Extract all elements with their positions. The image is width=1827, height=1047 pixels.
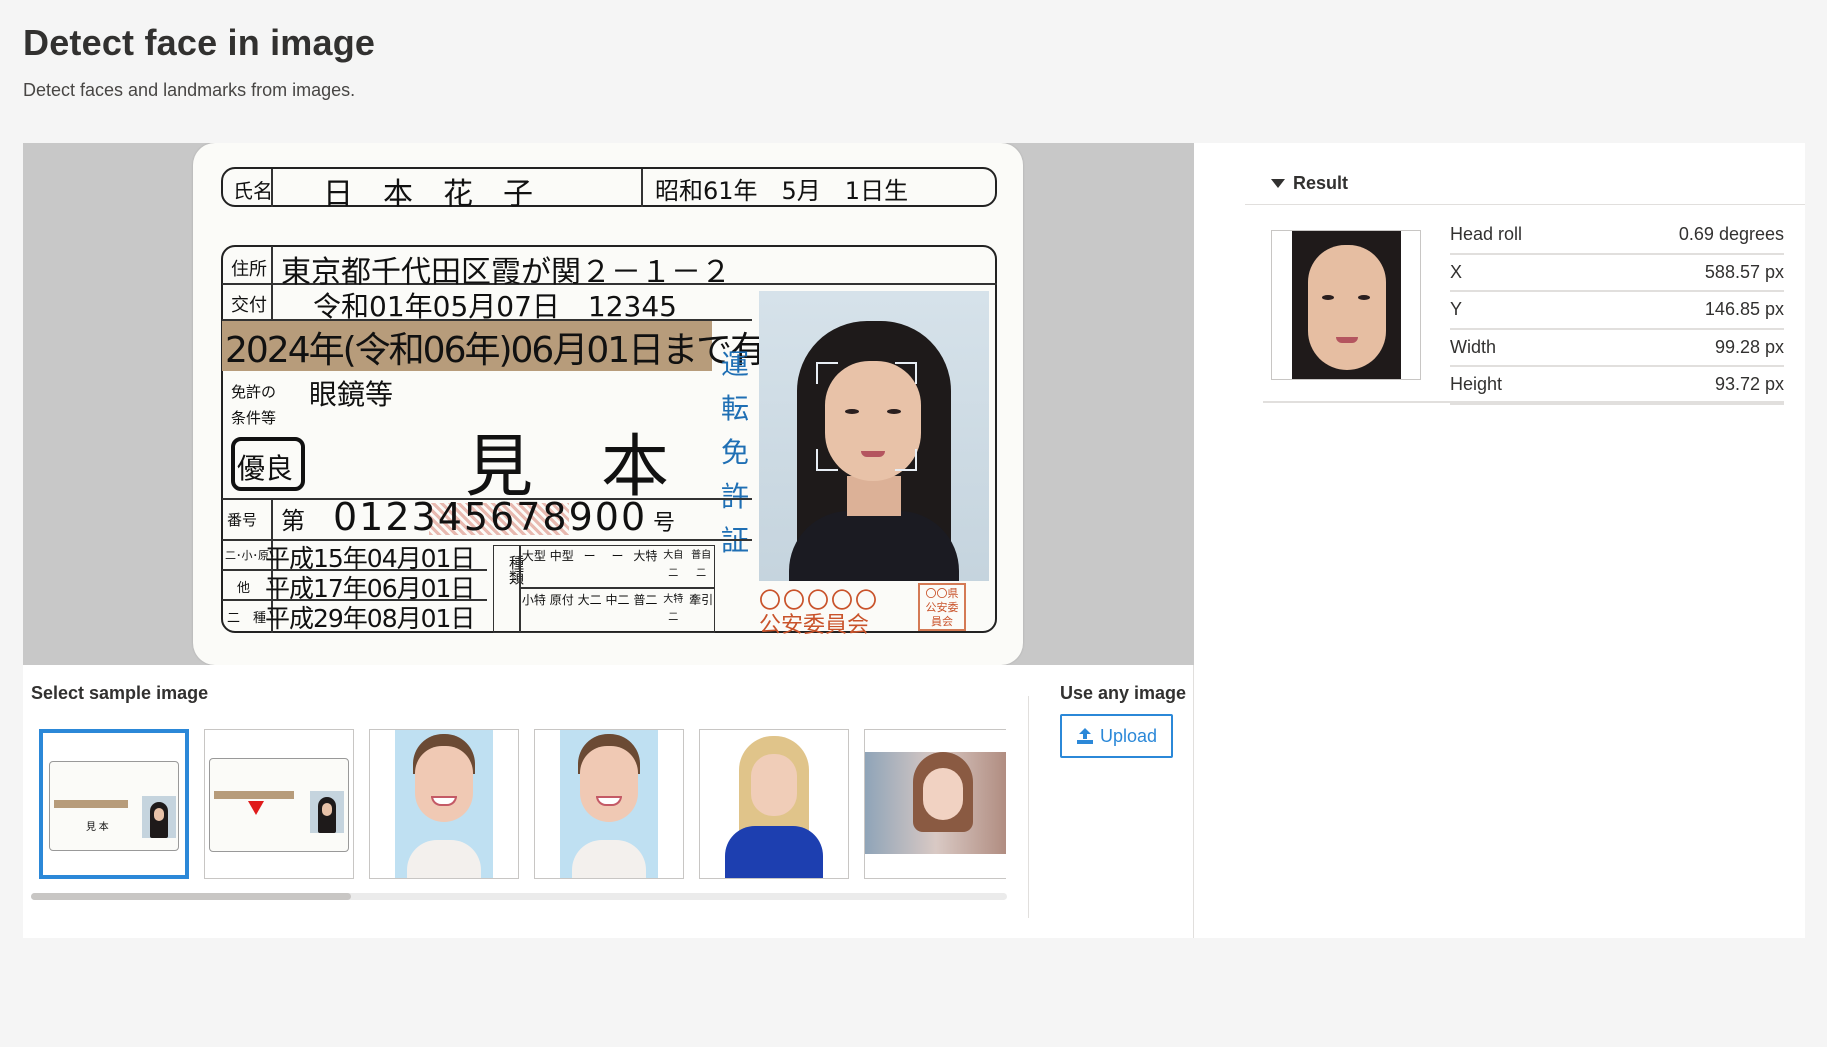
- sample-thumb-license-2[interactable]: [204, 729, 354, 879]
- result-row-height: Height 93.72 px: [1450, 367, 1784, 405]
- license-condition-label-2: 条件等: [231, 409, 277, 427]
- face-box-corner-tr: [895, 362, 917, 384]
- license-issue-label: 交付: [231, 295, 267, 316]
- license-address-label: 住所: [231, 259, 267, 280]
- page-subtitle: Detect faces and landmarks from images.: [23, 80, 356, 100]
- sample-thumb-woman-winking[interactable]: [534, 729, 684, 879]
- sample-thumb-license-1[interactable]: 見 本: [39, 729, 189, 879]
- sample-thumb-woman-smiling[interactable]: [369, 729, 519, 879]
- use-any-image-title: Use any image: [1060, 683, 1187, 703]
- face-box-corner-tl: [816, 362, 838, 384]
- sample-images-title: Select sample image: [31, 683, 209, 703]
- result-header[interactable]: Result: [1245, 163, 1805, 205]
- license-conditions: 眼鏡等: [309, 378, 394, 411]
- sample-thumb-woman-grimacing[interactable]: [699, 729, 849, 879]
- license-stamp: 〇〇県公安委員会: [918, 583, 966, 631]
- license-commission: 公安委員会: [759, 613, 870, 638]
- license-condition-label-1: 免許の: [231, 383, 277, 401]
- license-date-label-2: 他: [237, 581, 251, 596]
- main-card: 氏名 日 本 花 子 昭和61年 5月 1日生 住所 東京都千代田区霞が関２－１…: [23, 143, 1805, 938]
- license-types-bottom: 小特 原付 大二 中二 普二 大特二 牽引: [521, 593, 714, 623]
- face-box-corner-bl: [816, 449, 838, 471]
- upload-button[interactable]: Upload: [1060, 714, 1173, 758]
- chevron-down-icon: [1271, 179, 1285, 188]
- page-title: Detect face in image: [23, 22, 376, 63]
- license-issue: 令和01年05月07日 12345: [313, 290, 677, 323]
- license-number-prefix: 第: [281, 507, 305, 535]
- result-header-label: Result: [1293, 173, 1349, 193]
- license-vertical-title: 運 転 免 許 証: [720, 348, 749, 557]
- license-types-top: 大型 中型 ー ー 大特 大自二 普自二: [521, 549, 712, 579]
- image-preview: 氏名 日 本 花 子 昭和61年 5月 1日生 住所 東京都千代田区霞が関２－１…: [23, 143, 1194, 665]
- license-date-label-1: 二･小･原: [225, 549, 269, 562]
- upload-divider: [1028, 696, 1029, 918]
- image-panel: 氏名 日 本 花 子 昭和61年 5月 1日生 住所 東京都千代田区霞が関２－１…: [23, 143, 1194, 938]
- license-birth: 昭和61年 5月 1日生: [655, 177, 909, 205]
- upload-button-label: Upload: [1099, 725, 1158, 746]
- drivers-license-image: 氏名 日 本 花 子 昭和61年 5月 1日生 住所 東京都千代田区霞が関２－１…: [193, 143, 1023, 665]
- result-row-width: Width 99.28 px: [1450, 330, 1784, 367]
- license-name: 日 本 花 子: [323, 177, 533, 212]
- license-expiry: 2024年(令和06年)06月01日まで有効: [225, 330, 800, 371]
- result-row-y: Y 146.85 px: [1450, 292, 1784, 330]
- license-number: 012345678900: [333, 495, 648, 539]
- result-face-thumbnail: [1271, 230, 1421, 380]
- result-row-head-roll: Head roll 0.69 degrees: [1450, 217, 1784, 255]
- result-row-x: X 588.57 px: [1450, 255, 1784, 292]
- license-name-label: 氏名: [233, 179, 273, 203]
- result-divider: [1263, 401, 1784, 403]
- result-properties: Head roll 0.69 degrees X 588.57 px Y 146…: [1450, 217, 1784, 405]
- license-good-driver: 優良: [237, 452, 294, 485]
- face-box-corner-br: [895, 449, 917, 471]
- license-date-3: 平成29年08月01日: [265, 604, 475, 633]
- sample-thumb-woman-thinking[interactable]: [864, 729, 1006, 879]
- upload-icon: [1076, 728, 1093, 744]
- license-number-suffix: 号: [653, 511, 676, 536]
- sample-scrollbar[interactable]: [31, 893, 1007, 900]
- license-date-label-3: 二 種: [227, 611, 267, 626]
- license-number-label: 番号: [227, 511, 258, 529]
- license-photo: [759, 291, 989, 581]
- sample-scrollbar-thumb[interactable]: [31, 893, 351, 900]
